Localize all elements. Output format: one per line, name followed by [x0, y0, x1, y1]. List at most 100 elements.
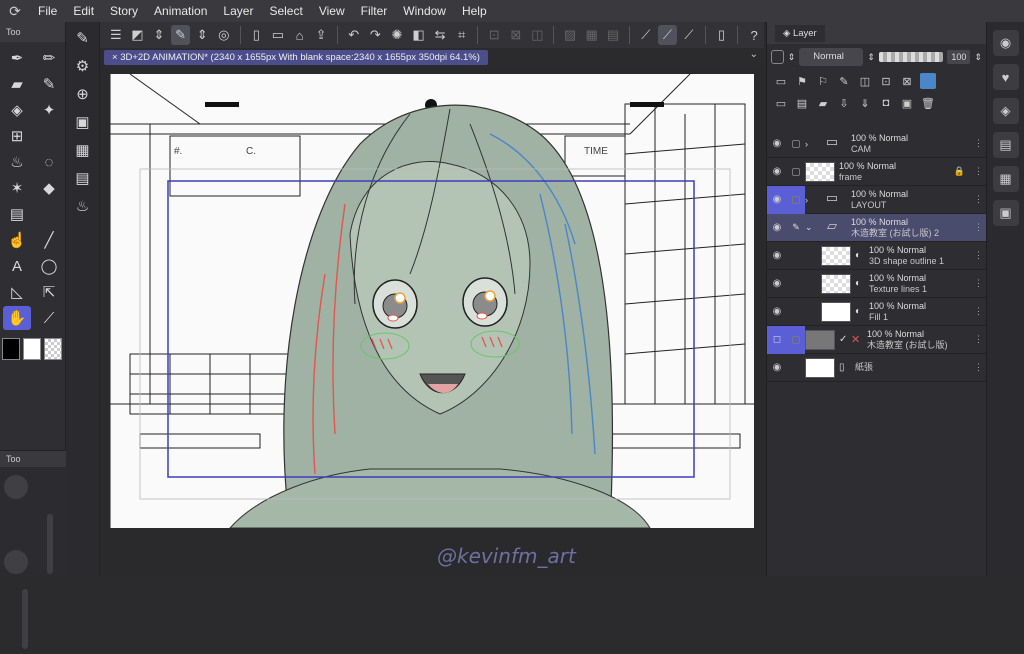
new-raster-layer-icon[interactable]: ▭ — [773, 95, 789, 111]
transfer-icon[interactable]: ⇩ — [836, 95, 852, 111]
eye-icon[interactable]: ◉ — [767, 138, 787, 149]
mask-add-icon[interactable]: ◘ — [878, 95, 894, 111]
selection-pen-icon[interactable]: ✎ — [170, 25, 191, 45]
paint-bucket-icon[interactable]: ◆ — [35, 176, 63, 200]
menu-filter[interactable]: Filter — [353, 4, 396, 18]
layer-menu-icon[interactable]: ⋮ — [974, 250, 983, 261]
layer-row[interactable]: ◉ › ▭ 100 % Normal LAYOUT ⋮ — [767, 185, 987, 214]
layer-menu-icon[interactable]: ⋮ — [974, 306, 983, 317]
stepper-icon[interactable]: ⇕ — [192, 25, 212, 45]
layer-tab[interactable]: ◈ Layer — [775, 24, 825, 42]
menu-select[interactable]: Select — [261, 4, 310, 18]
transparent-color-swatch[interactable] — [44, 338, 62, 360]
sub-color-swatch[interactable] — [23, 338, 41, 360]
lock-icon[interactable]: 🔒 — [954, 166, 965, 177]
undo-icon[interactable]: ↶ — [344, 25, 364, 45]
layer-menu-icon[interactable]: ⋮ — [974, 138, 983, 149]
new-file-icon[interactable]: ▯ — [247, 25, 267, 45]
lock-toggle[interactable] — [787, 270, 805, 298]
chevron-right-icon[interactable]: › — [805, 195, 817, 205]
document-tab[interactable]: × 3D+2D ANIMATION* (2340 x 1655px With b… — [104, 50, 488, 65]
brush-opacity-slider[interactable] — [22, 589, 28, 649]
mask-icon[interactable]: ◫ — [857, 73, 873, 89]
tool-panel-tab[interactable]: Too — [0, 22, 65, 42]
reference-icon[interactable]: ⚑ — [794, 73, 810, 89]
animation-cels-icon[interactable]: ▣ — [992, 200, 1019, 226]
menu-animation[interactable]: Animation — [146, 4, 215, 18]
pen-tool-icon[interactable]: ✒ — [3, 46, 31, 70]
move-layer-icon[interactable]: ⇱ — [35, 280, 63, 304]
snap-icon[interactable]: ▤ — [603, 25, 623, 45]
text-tool-icon[interactable]: A — [3, 254, 31, 278]
menu-story[interactable]: Story — [102, 4, 146, 18]
color-icon[interactable] — [920, 73, 936, 89]
help-icon[interactable]: ? — [744, 25, 764, 45]
layer-row[interactable]: ◉ ▯ 紙張 ⋮ — [767, 354, 987, 382]
new-vector-layer-icon[interactable]: ▤ — [794, 95, 810, 111]
layer-menu-icon[interactable]: ⋮ — [974, 278, 983, 289]
menu-help[interactable]: Help — [454, 4, 495, 18]
tool-property-tab[interactable]: Too — [0, 451, 66, 467]
redo-icon[interactable]: ↷ — [366, 25, 386, 45]
open-folder-icon[interactable]: ▭ — [268, 25, 288, 45]
blend-mode-select[interactable]: Normal — [799, 48, 864, 66]
menu-layer[interactable]: Layer — [215, 4, 261, 18]
stepper-icon[interactable]: ⇕ — [974, 52, 982, 63]
timeline-icon[interactable]: ▤ — [992, 132, 1019, 158]
layer-menu-icon[interactable]: ⋮ — [974, 362, 983, 373]
draft-icon[interactable]: ✎ — [836, 73, 852, 89]
delete-layer-icon[interactable]: 🗑 — [920, 95, 936, 111]
lock-toggle[interactable] — [787, 298, 805, 326]
settings-circle-icon[interactable]: ◎ — [214, 25, 234, 45]
layer-menu-icon[interactable]: ⋮ — [974, 334, 983, 345]
lock-icon[interactable]: ⊡ — [878, 73, 894, 89]
hand-tool-icon[interactable]: ✋ — [3, 306, 31, 330]
stepper-icon[interactable]: ⇕ — [149, 25, 169, 45]
menu-file[interactable]: File — [30, 4, 65, 18]
lock-toggle[interactable] — [787, 158, 805, 186]
save-icon[interactable]: ⌂ — [290, 25, 310, 45]
eye-icon[interactable]: ◻ — [767, 325, 787, 354]
ruler-tool-icon[interactable]: ◺ — [3, 280, 31, 304]
layer-property-icon[interactable]: ♥ — [992, 64, 1019, 90]
pencil-tool-icon[interactable]: ✏ — [35, 46, 63, 70]
sub-frame-icon[interactable]: ▣ — [69, 110, 97, 134]
frame-tool-icon[interactable]: ⊞ — [3, 124, 31, 148]
eye-icon[interactable]: ◉ — [767, 250, 787, 261]
export-icon[interactable]: ⇪ — [311, 25, 331, 45]
tab-dropdown-icon[interactable]: ⌄ — [750, 49, 758, 60]
eye-icon[interactable]: ◉ — [767, 185, 787, 214]
sub-transform-icon[interactable]: ⊕ — [69, 82, 97, 106]
reference-icon[interactable]: ⚐ — [815, 73, 831, 89]
deselect-icon[interactable]: ⊡ — [484, 25, 504, 45]
gradient-tool-icon[interactable]: ▤ — [3, 202, 31, 226]
check-icon[interactable]: ✓ — [839, 334, 851, 345]
brush-opacity-circle[interactable] — [4, 550, 28, 574]
stepper-icon[interactable]: ⇕ — [867, 52, 875, 63]
eyedropper-icon[interactable]: ⟋ — [35, 306, 63, 330]
apply-mask-icon[interactable]: ▣ — [899, 95, 915, 111]
fill-icon[interactable]: ◧ — [409, 25, 429, 45]
grid-icon[interactable]: ▦ — [582, 25, 602, 45]
snap-ruler-icon[interactable]: ⟋ — [636, 25, 656, 45]
eye-icon[interactable]: ◉ — [767, 278, 787, 289]
layer-menu-icon[interactable]: ⋮ — [974, 166, 983, 177]
app-logo-icon[interactable]: ⟳ — [0, 3, 30, 20]
chevron-right-icon[interactable]: › — [805, 139, 817, 149]
layer-row[interactable]: ◉ ◐ 100 % Normal Texture lines 1 ⋮ — [767, 270, 987, 298]
transform-icon[interactable]: ◩ — [128, 25, 148, 45]
snap-grid-icon[interactable]: ⟋ — [679, 25, 699, 45]
flip-icon[interactable]: ⇆ — [430, 25, 450, 45]
eye-icon[interactable]: ◉ — [767, 306, 787, 317]
layer-type-icon[interactable] — [771, 50, 784, 64]
layer-row[interactable]: ◉ ◐ 100 % Normal 3D shape outline 1 ⋮ — [767, 242, 987, 270]
lock-toggle[interactable] — [787, 185, 805, 214]
layer-row-selected[interactable]: ◉ ✎ ⌄ ▱ 100 % Normal 木造教室 (お試し版) 2 ⋮ — [767, 214, 987, 242]
sub-settings-icon[interactable]: ⚙ — [69, 54, 97, 78]
main-color-swatch[interactable] — [2, 338, 20, 360]
drawing-canvas[interactable]: #. C. TIME — [110, 74, 754, 528]
layer-menu-icon[interactable]: ⋮ — [974, 222, 983, 233]
layer-row[interactable]: ◉ ◐ 100 % Normal Fill 1 ⋮ — [767, 298, 987, 326]
sub-grid-icon[interactable]: ▦ — [69, 138, 97, 162]
sparkle-tool-icon[interactable]: ✦ — [35, 98, 63, 122]
